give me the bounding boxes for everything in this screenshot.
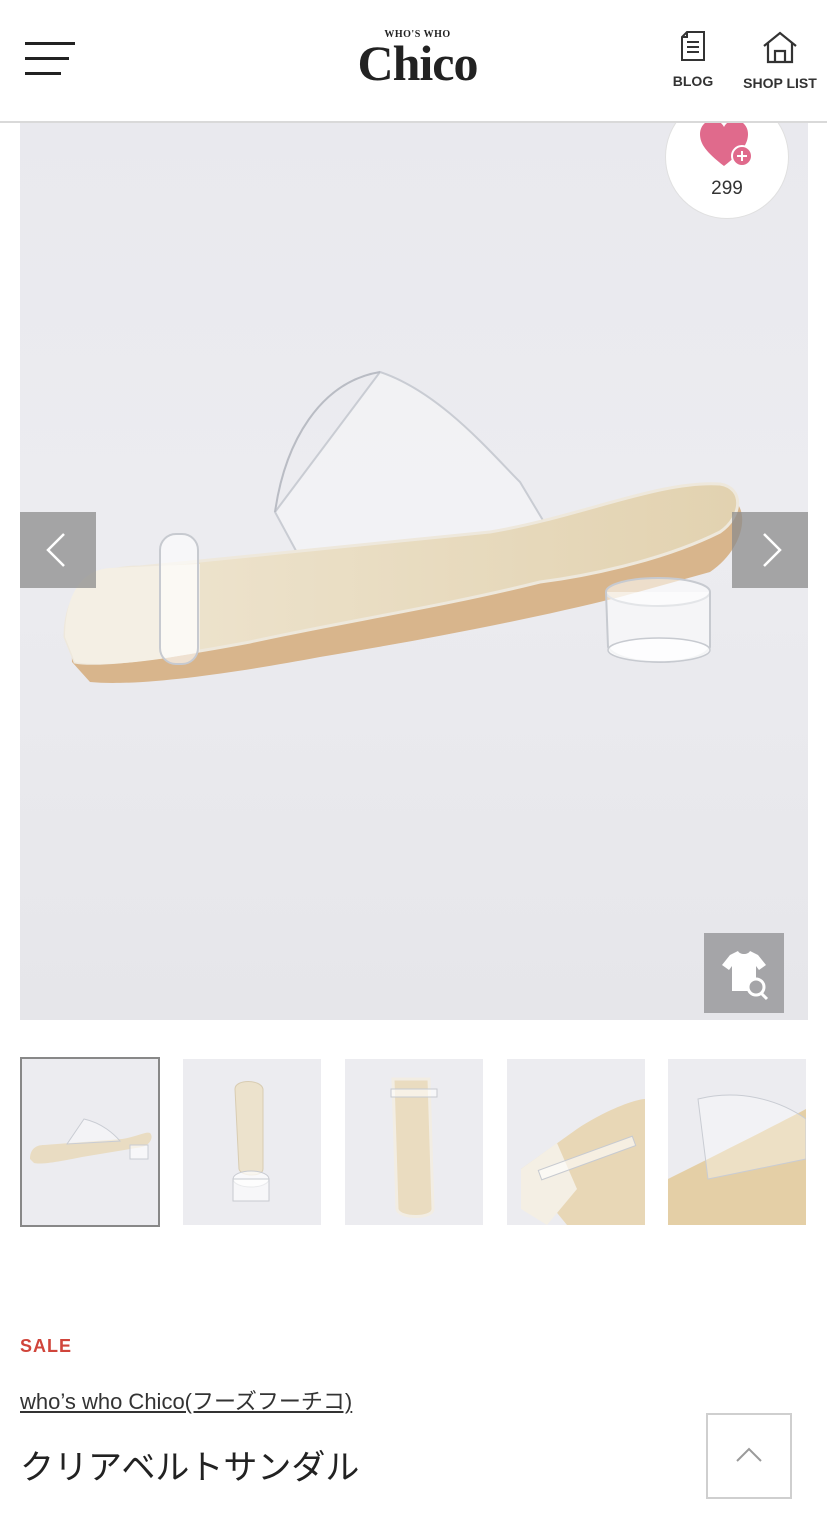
home-icon	[763, 31, 797, 64]
favorite-count: 299	[711, 178, 743, 199]
thumbnail-image	[30, 1118, 152, 1164]
shop-list-link[interactable]: SHOP LIST	[740, 30, 820, 91]
chevron-right-icon	[763, 533, 782, 567]
thumbnail-image	[668, 1094, 806, 1225]
blog-link[interactable]: BLOG	[668, 30, 718, 89]
thumbnail-2[interactable]	[183, 1059, 321, 1225]
thumbnail-3[interactable]	[345, 1059, 483, 1225]
thumbnail-image	[232, 1081, 270, 1202]
logo-main-text: Chico	[357, 35, 479, 91]
blog-label: BLOG	[672, 73, 714, 89]
heart-plus-icon	[700, 120, 753, 167]
chevron-left-icon	[46, 533, 65, 567]
blog-icon	[681, 31, 705, 61]
sandal-illustration	[63, 370, 743, 683]
next-image-button[interactable]	[732, 512, 808, 588]
thumbnail-4[interactable]	[507, 1059, 645, 1225]
thumbnail-image	[390, 1077, 438, 1218]
menu-icon[interactable]	[25, 42, 75, 78]
shirt-zoom-icon	[722, 951, 769, 1001]
sale-label: SALE	[20, 1336, 73, 1356]
site-header: WHO'S WHO Chico BLOG SHOP LIST	[0, 0, 827, 123]
thumbnail-5[interactable]	[668, 1059, 806, 1225]
thumbnail-image	[521, 1099, 645, 1225]
outfit-search-button[interactable]	[704, 933, 784, 1013]
brand-logo[interactable]: WHO'S WHO Chico	[340, 30, 495, 91]
brand-link[interactable]: who’s who Chico(フーズフーチコ)	[20, 1384, 352, 1416]
shop-list-label: SHOP LIST	[743, 75, 817, 91]
previous-image-button[interactable]	[20, 512, 96, 588]
back-to-top-button[interactable]	[706, 1413, 792, 1499]
thumbnail-1[interactable]	[20, 1057, 160, 1227]
product-title: クリアベルトサンダル	[20, 1449, 360, 1487]
product-main-image[interactable]	[20, 122, 808, 1020]
thumbnail-strip	[20, 1057, 810, 1227]
chevron-up-icon	[736, 1447, 762, 1462]
